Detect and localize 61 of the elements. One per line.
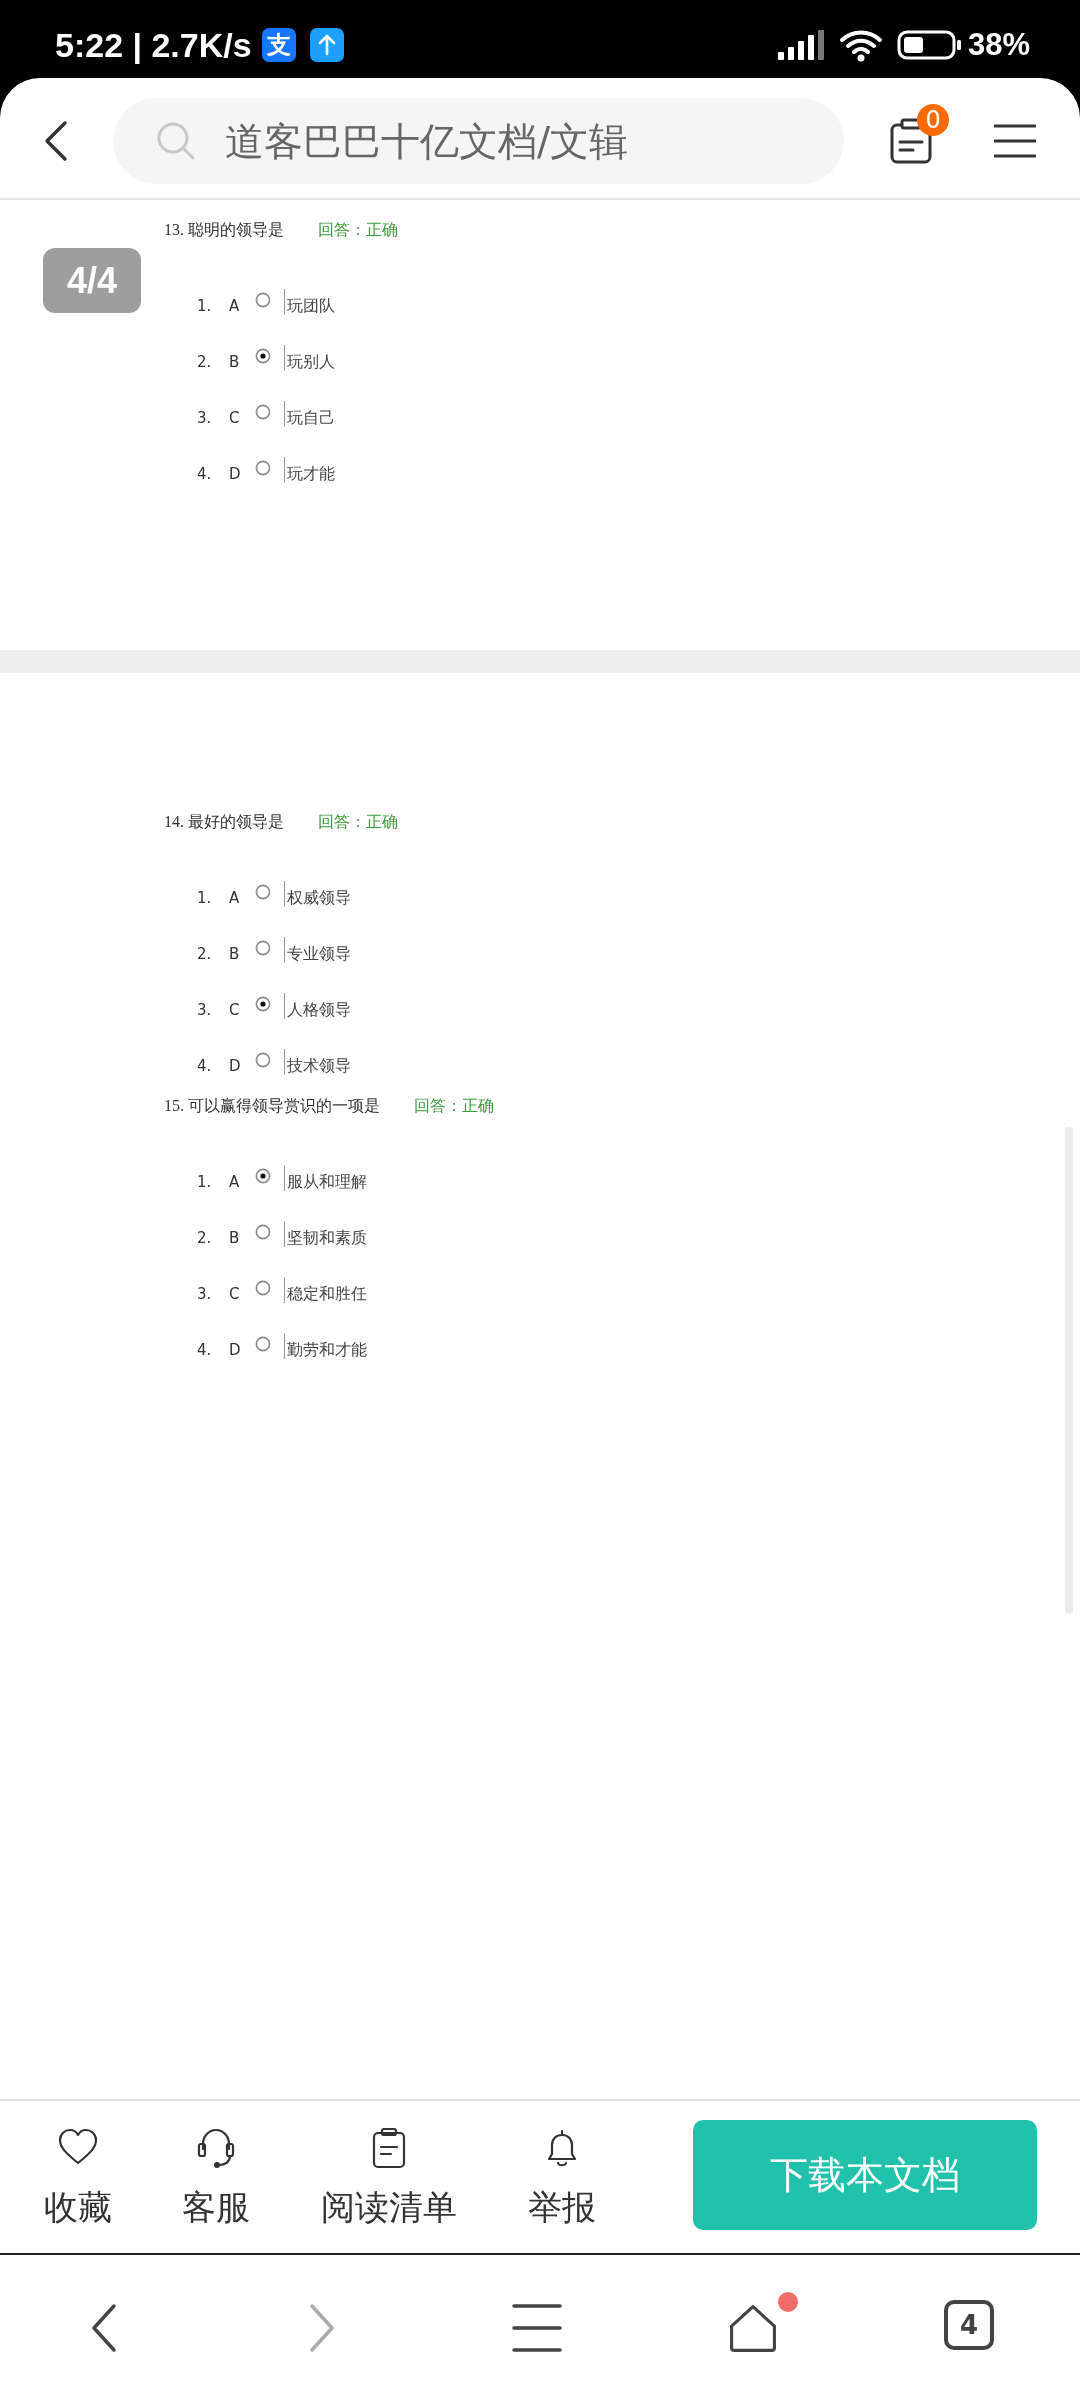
option-letter: A (229, 889, 241, 907)
option-letter: B (229, 353, 241, 371)
option-number: 2. (197, 353, 213, 371)
option-letter: A (229, 1173, 241, 1191)
option-number: 1. (197, 1173, 213, 1191)
option-text: 专业领导 (287, 943, 351, 964)
option-number: 2. (197, 945, 213, 963)
option-letter: C (229, 1285, 241, 1303)
option-text: 玩团队 (287, 295, 335, 316)
page-indicator: 4/4 (43, 248, 141, 313)
option-text: 坚韧和素质 (287, 1227, 367, 1248)
menu-icon[interactable] (994, 124, 1036, 158)
option-number: 3. (197, 1001, 213, 1019)
option-number: 4. (197, 465, 213, 483)
option-text: 服从和理解 (287, 1171, 367, 1192)
answer-result: 回答：正确 (414, 1095, 494, 1116)
battery-percent: 38% (967, 27, 1030, 63)
tabs-button[interactable]: 4 (944, 2299, 994, 2350)
question-text: 14. 最好的领导是 (164, 811, 284, 832)
option-number: 1. (197, 297, 213, 315)
option-letter: C (229, 1001, 241, 1019)
service-button[interactable]: 客服 (182, 2127, 250, 2227)
back-icon[interactable] (43, 120, 69, 162)
option-text: 玩才能 (287, 463, 335, 484)
option-number: 3. (197, 409, 213, 427)
option-text: 玩自己 (287, 407, 335, 428)
battery-icon (896, 30, 962, 60)
reading-list-button[interactable]: 阅读清单 (321, 2127, 457, 2227)
option-letter: D (229, 465, 242, 483)
option-letter: A (229, 297, 241, 315)
wifi-icon (838, 28, 883, 62)
option-number: 3. (197, 1285, 213, 1303)
status-time: 5:22 | 2.7K/s (55, 25, 252, 65)
option-number: 1. (197, 889, 213, 907)
app-icon: 支 (261, 28, 296, 62)
report-button[interactable]: 举报 (528, 2127, 596, 2227)
option-letter: D (229, 1057, 242, 1075)
option-number: 2. (197, 1229, 213, 1247)
signal-icon (777, 30, 824, 60)
answer-result: 回答：正确 (318, 811, 398, 832)
headset-icon (195, 2127, 237, 2169)
option-letter: B (229, 1229, 241, 1247)
search-field[interactable]: 道客巴巴十亿文档/文辑 (112, 98, 845, 184)
question-text: 15. 可以赢得领导赏识的一项是 (164, 1095, 380, 1116)
option-number: 4. (197, 1057, 213, 1075)
favorite-button[interactable]: 收藏 (44, 2127, 112, 2227)
count-badge: 0 (917, 104, 950, 136)
question-text: 13. 聪明的领导是 (164, 219, 284, 240)
option-text: 勤劳和才能 (287, 1339, 367, 1360)
option-text: 玩别人 (287, 351, 335, 372)
option-text: 技术领导 (287, 1055, 351, 1076)
option-number: 4. (197, 1341, 213, 1359)
upload-icon (309, 28, 344, 62)
option-text: 权威领导 (287, 887, 351, 908)
search-icon (155, 121, 196, 161)
option-letter: C (229, 409, 241, 427)
option-text: 稳定和胜任 (287, 1283, 367, 1304)
option-text: 人格领导 (287, 999, 351, 1020)
answer-result: 回答：正确 (318, 219, 398, 240)
option-letter: D (229, 1341, 242, 1359)
option-letter: B (229, 945, 241, 963)
